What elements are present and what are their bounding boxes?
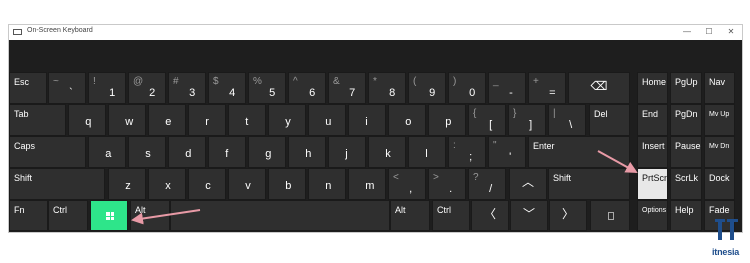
- itnesia-logo: itnesia: [712, 218, 742, 260]
- annotation-arrow-windows: [131, 150, 638, 225]
- logo-text: itnesia: [712, 247, 740, 257]
- logo-mark-icon: [715, 219, 738, 240]
